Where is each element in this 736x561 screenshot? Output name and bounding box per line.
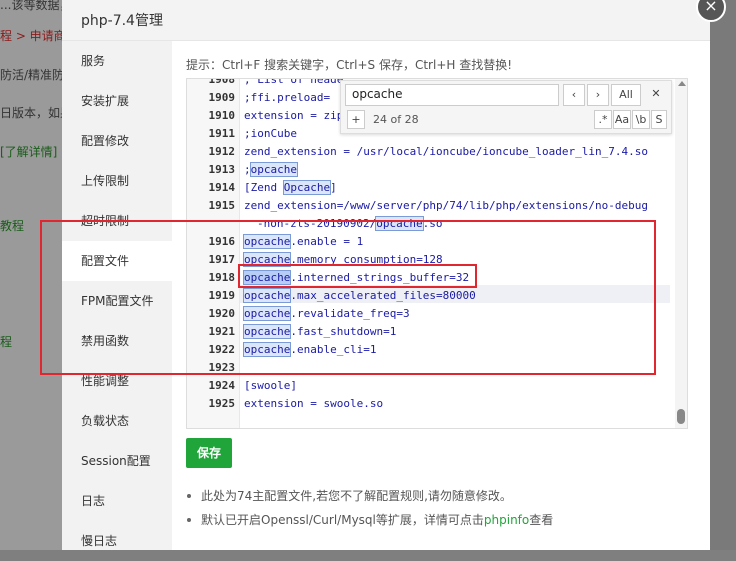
search-match: opcache (242, 288, 292, 303)
search-match: opcache (249, 162, 298, 177)
sidebar-item-upload-limit[interactable]: 上传限制 (62, 161, 172, 201)
background-link: 程 (0, 335, 13, 349)
note-item: 默认已开启Openssl/Curl/Mysql等扩展，详情可点击phpinfo查… (186, 511, 553, 528)
search-in-selection-toggle[interactable]: S (651, 110, 667, 129)
sidebar-item-service[interactable]: 服务 (62, 41, 172, 81)
save-button[interactable]: 保存 (186, 438, 232, 468)
sidebar-item-config-file[interactable]: 配置文件 (62, 241, 172, 281)
code-line: zend_extension = /usr/local/ioncube/ionc… (244, 145, 648, 158)
sidebar-item-session[interactable]: Session配置 (62, 441, 172, 481)
search-match: opcache (242, 252, 292, 267)
code-line: opcache.interned_strings_buffer=32 (242, 270, 470, 285)
note-text: 默认已开启Openssl/Curl/Mysql等扩展，详情可点击 (201, 513, 484, 527)
background-link: 教程 (0, 219, 25, 233)
scroll-up-icon[interactable] (678, 81, 686, 86)
search-match: opcache (242, 306, 292, 321)
line-number: 1915 (208, 199, 236, 212)
background-text: ...该等数据， (0, 0, 72, 12)
code-line: [Zend Opcache] (244, 180, 337, 195)
sidebar-item-fpm-config[interactable]: FPM配置文件 (62, 281, 172, 321)
code-line: opcache.enable = 1 (242, 234, 364, 249)
search-input[interactable]: opcache (345, 84, 559, 106)
line-number: 1923 (208, 361, 236, 374)
code-line: opcache.fast_shutdown=1 (242, 324, 397, 339)
phpinfo-link[interactable]: phpinfo (484, 513, 529, 527)
line-number: 1925 (208, 397, 236, 410)
background-page-right (710, 0, 736, 550)
editor-scrollbar[interactable] (675, 79, 687, 428)
find-prev-button[interactable]: ‹ (563, 84, 585, 106)
line-number: 1919 (208, 289, 236, 302)
line-number: 1924 (208, 379, 236, 392)
line-number: 1918 (208, 271, 236, 284)
sidebar-item-install-extensions[interactable]: 安装扩展 (62, 81, 172, 121)
sidebar-item-slow-log[interactable]: 慢日志 (62, 521, 172, 561)
scrollbar-thumb[interactable] (677, 409, 685, 424)
dialog-header: php-7.4管理 (62, 0, 710, 41)
code-line: opcache.revalidate_freq=3 (242, 306, 410, 321)
line-number: 1921 (208, 325, 236, 338)
search-match: opcache (375, 216, 424, 231)
note-text: 此处为74主配置文件,若您不了解配置规则,请勿随意修改。 (201, 489, 512, 503)
find-panel: opcache ‹ › All ✕ + 24 of 28 .* Aa \b S (340, 80, 672, 134)
code-line: ;opcache (244, 162, 298, 177)
note-text: 查看 (529, 513, 554, 527)
find-all-button[interactable]: All (611, 84, 641, 106)
search-match: Opcache (282, 180, 332, 195)
sidebar-item-disabled-functions[interactable]: 禁用函数 (62, 321, 172, 361)
code-line: opcache.memory_consumption=128 (242, 252, 443, 267)
close-find-icon[interactable]: ✕ (645, 84, 667, 106)
line-number: 1920 (208, 307, 236, 320)
line-number: 1911 (208, 127, 236, 140)
sidebar-item-load-status[interactable]: 负载状态 (62, 401, 172, 441)
line-number: 1912 (208, 145, 236, 158)
replace-toggle-button[interactable]: + (347, 110, 365, 129)
code-line: [swoole] (244, 379, 297, 392)
line-number: 1909 (208, 91, 236, 104)
search-match: opcache (242, 342, 292, 357)
whole-word-toggle[interactable]: \b (632, 110, 650, 129)
regex-toggle[interactable]: .* (594, 110, 612, 129)
line-number: 1914 (208, 181, 236, 194)
search-match: opcache (242, 234, 292, 249)
line-number: 1922 (208, 343, 236, 356)
bullet-icon (187, 493, 191, 498)
sidebar-item-timeout-limit[interactable]: 超时限制 (62, 201, 172, 241)
search-match: opcache (242, 270, 292, 285)
shortcut-tip: 提示：Ctrl+F 搜索关键字，Ctrl+S 保存，Ctrl+H 查找替换! (186, 58, 513, 72)
find-next-button[interactable]: › (587, 84, 609, 106)
sidebar-item-config-edit[interactable]: 配置修改 (62, 121, 172, 161)
sidebar-item-performance[interactable]: 性能调整 (62, 361, 172, 401)
code-line: opcache.max_accelerated_files=80000 (242, 288, 476, 303)
sidebar-item-log[interactable]: 日志 (62, 481, 172, 521)
case-sensitive-toggle[interactable]: Aa (613, 110, 631, 129)
bullet-icon (187, 517, 191, 522)
code-line: opcache.enable_cli=1 (242, 342, 377, 357)
settings-sidebar: 服务 安装扩展 配置修改 上传限制 超时限制 配置文件 FPM配置文件 禁用函数… (62, 41, 172, 550)
code-line: extension = swoole.so (244, 397, 384, 410)
search-match: opcache (242, 324, 292, 339)
line-number: 1910 (208, 109, 236, 122)
code-line: ;ionCube (244, 127, 297, 140)
background-link: [了解详情] (0, 145, 58, 159)
code-line: -non-zts-20190902/opcache.so (257, 216, 443, 231)
note-item: 此处为74主配置文件,若您不了解配置规则,请勿随意修改。 (186, 487, 512, 504)
match-count: 24 of 28 (373, 113, 419, 126)
code-line: ;ffi.preload= (244, 91, 331, 104)
dialog-title: php-7.4管理 (81, 13, 163, 29)
line-number: 1913 (208, 163, 236, 176)
line-number: 1908 (208, 78, 236, 86)
line-number: 1917 (208, 253, 236, 266)
code-line: ; List of heade (244, 78, 344, 86)
code-line: zend_extension=/www/server/php/74/lib/ph… (244, 199, 648, 212)
line-number: 1916 (208, 235, 236, 248)
